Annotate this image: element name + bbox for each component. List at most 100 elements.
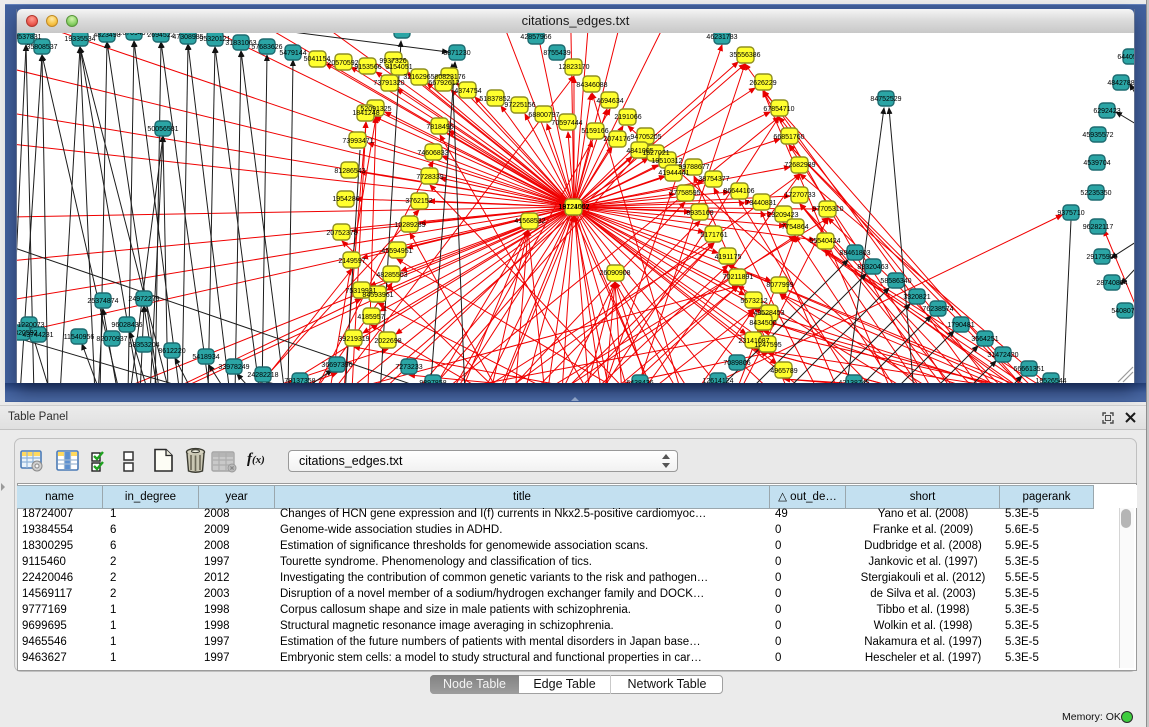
svg-text:4374754: 4374754	[454, 88, 481, 95]
svg-text:2074176: 2074176	[603, 136, 630, 143]
svg-text:12823170: 12823170	[558, 64, 589, 71]
svg-text:9153566: 9153566	[354, 64, 381, 71]
svg-text:3154051: 3154051	[385, 64, 412, 71]
svg-text:19335534: 19335534	[64, 36, 95, 43]
svg-text:18526544: 18526544	[1035, 378, 1066, 383]
svg-text:9375710: 9375710	[1057, 210, 1084, 217]
svg-text:3762152: 3762152	[405, 198, 432, 205]
svg-text:94705205: 94705205	[630, 134, 661, 141]
svg-text:4539704: 4539704	[1083, 160, 1110, 167]
svg-text:45594951: 45594951	[381, 248, 412, 255]
svg-text:4842788: 4842788	[1107, 80, 1134, 87]
svg-text:29175900: 29175900	[1086, 254, 1117, 261]
svg-text:74606833: 74606833	[417, 150, 448, 157]
svg-text:84752529: 84752529	[870, 96, 901, 103]
svg-text:1247595: 1247595	[754, 342, 781, 349]
svg-text:25374874: 25374874	[87, 298, 118, 305]
svg-text:68800797: 68800797	[528, 112, 559, 119]
svg-text:4191175: 4191175	[715, 254, 742, 261]
svg-text:23209423: 23209423	[767, 212, 798, 219]
svg-text:42857966: 42857966	[520, 34, 551, 41]
svg-text:43528453: 43528453	[753, 310, 784, 317]
svg-text:2191066: 2191066	[614, 114, 641, 121]
svg-text:8755439: 8755439	[543, 50, 570, 57]
svg-text:88461803: 88461803	[839, 250, 870, 257]
svg-text:97225156: 97225156	[504, 102, 535, 109]
svg-text:96977837: 96977837	[386, 33, 417, 35]
svg-text:6438436: 6438436	[626, 380, 653, 383]
svg-text:31472420: 31472420	[987, 352, 1018, 359]
svg-text:8612220: 8612220	[158, 348, 185, 355]
svg-text:24282218: 24282218	[247, 372, 278, 379]
svg-text:97705310: 97705310	[812, 206, 843, 213]
svg-text:39219319: 39219319	[338, 336, 369, 343]
svg-text:66661351: 66661351	[1013, 366, 1044, 373]
svg-text:84346088: 84346088	[576, 82, 607, 89]
svg-text:67854710: 67854710	[763, 106, 794, 113]
svg-text:8077999: 8077999	[766, 282, 793, 289]
svg-text:35556386: 35556386	[729, 52, 760, 59]
svg-text:5159166: 5159166	[581, 128, 608, 135]
svg-text:2149597: 2149597	[338, 258, 365, 265]
svg-text:48285503: 48285503	[376, 272, 407, 279]
svg-text:76238574: 76238574	[922, 306, 953, 313]
svg-text:33978249: 33978249	[218, 364, 249, 371]
svg-text:1790481: 1790481	[947, 322, 974, 329]
svg-text:3320821: 3320821	[903, 294, 930, 301]
svg-text:20709497: 20709497	[118, 33, 149, 37]
svg-text:41568532: 41568532	[514, 218, 545, 225]
svg-text:82070937: 82070937	[96, 336, 127, 343]
svg-text:6292423: 6292423	[1093, 108, 1120, 115]
svg-text:43744231: 43744231	[22, 332, 53, 339]
svg-text:4823498: 4823498	[93, 33, 120, 39]
svg-text:3871230: 3871230	[443, 50, 470, 57]
svg-text:35808537: 35808537	[26, 44, 57, 51]
svg-text:96282117: 96282117	[1083, 224, 1114, 231]
svg-text:86644106: 86644106	[723, 188, 754, 195]
svg-text:12614124: 12614124	[702, 378, 733, 383]
svg-text:4185957: 4185957	[357, 314, 384, 321]
svg-text:45935572: 45935572	[1082, 132, 1113, 139]
svg-text:11540956: 11540956	[64, 334, 95, 341]
svg-text:17270733: 17270733	[784, 192, 815, 199]
svg-text:10289289: 10289289	[394, 222, 425, 229]
svg-text:8935169: 8935169	[686, 210, 713, 217]
svg-text:58586340: 58586340	[880, 278, 911, 285]
svg-text:81286543: 81286543	[334, 168, 365, 175]
svg-text:46231783: 46231783	[706, 34, 737, 41]
svg-text:2694522: 2694522	[147, 33, 174, 39]
svg-text:68353204: 68353204	[128, 342, 159, 349]
svg-text:8434500: 8434500	[749, 320, 776, 327]
svg-text:73993471: 73993471	[342, 138, 373, 145]
svg-text:96028436: 96028436	[111, 322, 142, 329]
svg-text:70211891: 70211891	[723, 274, 754, 281]
svg-text:42138745: 42138745	[838, 380, 869, 383]
svg-text:70597444: 70597444	[551, 120, 582, 127]
svg-text:99788677: 99788677	[678, 164, 709, 171]
svg-text:36697396: 36697396	[321, 362, 352, 369]
svg-text:7273233: 7273233	[395, 364, 422, 371]
svg-text:1954280: 1954280	[332, 196, 359, 203]
svg-text:9897858: 9897858	[419, 380, 446, 383]
svg-text:24972279: 24972279	[128, 296, 159, 303]
svg-text:5418934: 5418934	[192, 354, 219, 361]
svg-text:1841248: 1841248	[352, 110, 379, 117]
svg-text:57683626: 57683626	[251, 44, 282, 51]
svg-text:26090908: 26090908	[599, 270, 630, 277]
svg-text:50056581: 50056581	[147, 126, 178, 133]
svg-text:4694634: 4694634	[596, 98, 623, 105]
svg-text:66851760: 66851760	[773, 134, 804, 141]
svg-text:72682989: 72682989	[784, 162, 815, 169]
svg-text:66792612: 66792612	[428, 80, 459, 87]
svg-text:5673212: 5673212	[740, 298, 767, 305]
svg-text:7089806: 7089806	[723, 360, 750, 367]
svg-text:61220073: 61220073	[17, 322, 45, 329]
svg-text:73791320: 73791320	[373, 80, 404, 87]
svg-text:3564251: 3564251	[971, 336, 998, 343]
svg-text:2022698: 2022698	[374, 338, 401, 345]
svg-text:1527021: 1527021	[642, 150, 669, 157]
svg-text:7754864: 7754864	[781, 224, 808, 231]
svg-text:2626229: 2626229	[749, 80, 776, 87]
svg-text:4965789: 4965789	[770, 368, 797, 375]
svg-text:73440831: 73440831	[745, 200, 776, 207]
